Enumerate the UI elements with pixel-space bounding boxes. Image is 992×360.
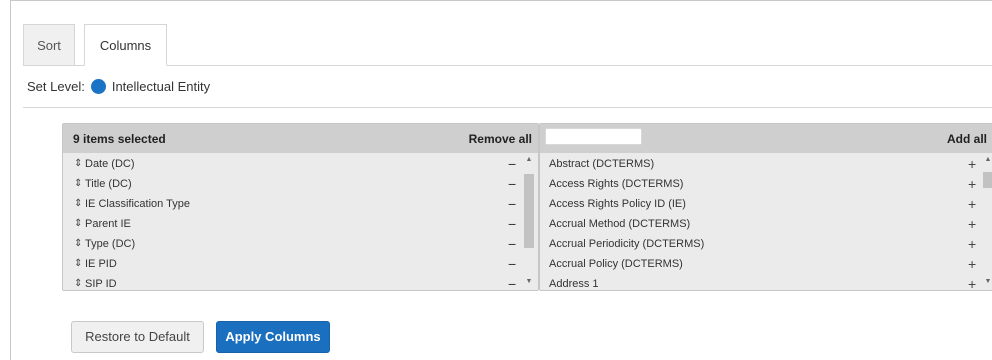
selected-item[interactable]: ⇕ Date (DC) − — [63, 154, 538, 174]
scroll-down-icon[interactable]: ▼ — [983, 278, 992, 285]
drag-handle-icon[interactable]: ⇕ — [74, 254, 82, 274]
selected-list-scrollbar[interactable]: ▲ ▼ — [523, 154, 535, 292]
scroll-up-icon[interactable]: ▲ — [524, 156, 534, 163]
remove-item-icon[interactable]: − — [508, 254, 516, 274]
selected-item-label: Title (DC) — [85, 178, 132, 190]
selected-item-label: IE Classification Type — [85, 198, 190, 210]
available-item[interactable]: Accrual Periodicity (DCTERMS) + — [540, 234, 992, 254]
available-item[interactable]: Accrual Method (DCTERMS) + — [540, 214, 992, 234]
selected-item[interactable]: ⇕ IE PID − — [63, 254, 538, 274]
available-item-label: Address 1 — [549, 278, 599, 290]
scroll-up-icon[interactable]: ▲ — [983, 156, 992, 163]
selected-item[interactable]: ⇕ SIP ID − — [63, 274, 538, 294]
available-item[interactable]: Access Rights Policy ID (IE) + — [540, 194, 992, 214]
restore-default-button[interactable]: Restore to Default — [71, 321, 204, 353]
remove-item-icon[interactable]: − — [508, 214, 516, 234]
apply-columns-button[interactable]: Apply Columns — [216, 321, 330, 353]
selected-item-label: Type (DC) — [85, 238, 136, 250]
drag-handle-icon[interactable]: ⇕ — [74, 274, 82, 294]
selected-item-label: Date (DC) — [85, 158, 135, 170]
add-item-icon[interactable]: + — [968, 194, 976, 214]
available-item-label: Accrual Policy (DCTERMS) — [549, 258, 683, 270]
available-columns-list: Abstract (DCTERMS) + Access Rights (DCTE… — [540, 154, 992, 294]
selected-item-label: Parent IE — [85, 218, 131, 230]
selected-item[interactable]: ⇕ IE Classification Type − — [63, 194, 538, 214]
available-item-label: Access Rights Policy ID (IE) — [549, 198, 686, 210]
selected-item-label: IE PID — [85, 258, 117, 270]
tab-sort[interactable]: Sort — [23, 24, 75, 65]
selected-columns-list: ⇕ Date (DC) − ⇕ Title (DC) − ⇕ IE Classi… — [63, 154, 538, 294]
remove-item-icon[interactable]: − — [508, 234, 516, 254]
set-level: Set Level: Intellectual Entity — [27, 79, 210, 94]
drag-handle-icon[interactable]: ⇕ — [74, 234, 82, 254]
drag-handle-icon[interactable]: ⇕ — [74, 194, 82, 214]
filter-input[interactable] — [545, 128, 642, 145]
selected-count: 9 items selected — [73, 132, 166, 146]
add-item-icon[interactable]: + — [968, 214, 976, 234]
available-item-label: Accrual Method (DCTERMS) — [549, 218, 691, 230]
remove-item-icon[interactable]: − — [508, 274, 516, 294]
selected-item-label: SIP ID — [85, 278, 117, 290]
tab-columns[interactable]: Columns — [84, 24, 167, 66]
add-item-icon[interactable]: + — [968, 234, 976, 254]
drag-handle-icon[interactable]: ⇕ — [74, 154, 82, 174]
selected-columns-panel: 9 items selected Remove all ⇕ Date (DC) … — [62, 123, 539, 294]
set-level-label: Set Level: — [27, 79, 85, 94]
add-item-icon[interactable]: + — [968, 254, 976, 274]
scroll-thumb[interactable] — [983, 172, 992, 188]
add-item-icon[interactable]: + — [968, 274, 976, 294]
selected-item[interactable]: ⇕ Title (DC) − — [63, 174, 538, 194]
available-columns-header: Add all — [540, 124, 992, 153]
available-item-label: Access Rights (DCTERMS) — [549, 178, 684, 190]
tab-baseline — [23, 65, 992, 66]
remove-item-icon[interactable]: − — [508, 174, 516, 194]
remove-item-icon[interactable]: − — [508, 194, 516, 214]
add-item-icon[interactable]: + — [968, 174, 976, 194]
available-item-label: Abstract (DCTERMS) — [549, 158, 655, 170]
drag-handle-icon[interactable]: ⇕ — [74, 214, 82, 234]
available-item[interactable]: Address 1 + — [540, 274, 992, 294]
available-item[interactable]: Abstract (DCTERMS) + — [540, 154, 992, 174]
divider — [23, 107, 992, 108]
column-chooser: 9 items selected Remove all ⇕ Date (DC) … — [62, 123, 992, 293]
remove-all-button[interactable]: Remove all — [469, 132, 532, 146]
tab-bar: Sort Columns — [23, 24, 992, 66]
scroll-thumb[interactable] — [524, 174, 534, 248]
available-columns-panel: Add all Abstract (DCTERMS) + Access Righ… — [539, 123, 992, 294]
selected-columns-header: 9 items selected Remove all — [63, 124, 538, 153]
drag-handle-icon[interactable]: ⇕ — [74, 174, 82, 194]
available-item[interactable]: Access Rights (DCTERMS) + — [540, 174, 992, 194]
selected-item[interactable]: ⇕ Parent IE − — [63, 214, 538, 234]
scroll-down-icon[interactable]: ▼ — [524, 278, 534, 285]
available-list-scrollbar[interactable]: ▲ ▼ — [982, 154, 992, 292]
remove-item-icon[interactable]: − — [508, 154, 516, 174]
set-level-value: Intellectual Entity — [111, 79, 211, 94]
columns-settings-frame: Sort Columns Set Level: Intellectual Ent… — [10, 0, 992, 360]
entity-dot-icon — [90, 79, 106, 94]
available-item-label: Accrual Periodicity (DCTERMS) — [549, 238, 705, 250]
add-item-icon[interactable]: + — [968, 154, 976, 174]
available-item[interactable]: Accrual Policy (DCTERMS) + — [540, 254, 992, 274]
add-all-button[interactable]: Add all — [947, 132, 987, 146]
selected-item[interactable]: ⇕ Type (DC) − — [63, 234, 538, 254]
